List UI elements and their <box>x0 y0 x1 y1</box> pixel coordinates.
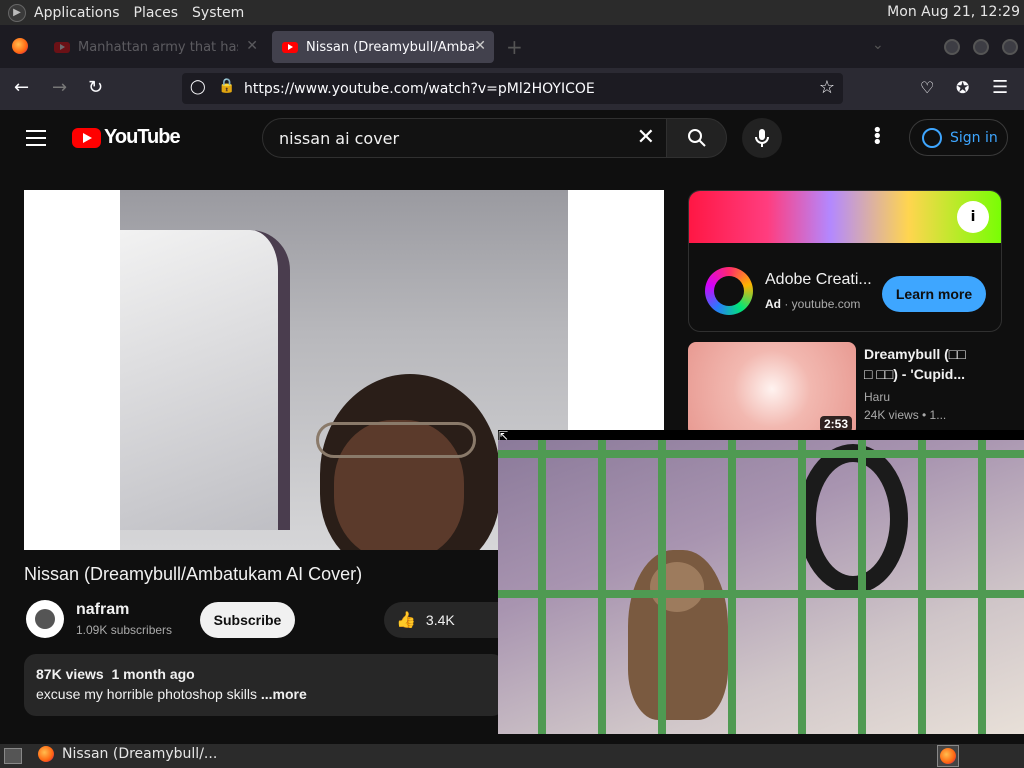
navigation-bar: ← → ↻ ◯ 🔒 https://www.youtube.com/watch?… <box>0 68 1024 110</box>
channel-name[interactable]: nafram <box>76 601 129 619</box>
voice-search-button[interactable] <box>742 118 782 158</box>
info-icon[interactable]: i <box>957 201 989 233</box>
tire <box>798 444 908 594</box>
ad-subtitle: Ad · youtube.com <box>765 297 861 311</box>
settings-kebab-icon[interactable]: • • • <box>872 122 883 152</box>
pip-resize-icon[interactable]: ⇱ <box>498 430 512 444</box>
recommendation-channel[interactable]: Haru <box>864 390 890 404</box>
account-icon <box>922 128 942 148</box>
taskbar-window-label: Nissan (Dreamybull/... <box>62 746 218 762</box>
menu-icon[interactable]: ☰ <box>992 78 1008 98</box>
forward-icon[interactable]: → <box>52 78 67 98</box>
clear-search-icon[interactable]: ✕ <box>637 125 655 150</box>
url-text[interactable]: https://www.youtube.com/watch?v=pMl2HOYI… <box>244 81 595 97</box>
show-desktop-icon[interactable] <box>4 748 22 764</box>
recommendation-title[interactable]: Dreamybull (□□ □ □□) - 'Cupid... <box>864 344 1004 384</box>
tab-title: Nissan (Dreamybull/Ambatu <box>306 39 474 55</box>
extensions-icon[interactable]: ✪ <box>956 78 969 98</box>
firefox-icon <box>38 746 54 762</box>
like-button[interactable]: 👍 3.4K <box>384 602 504 638</box>
cage-bar <box>918 440 926 734</box>
more-link[interactable]: ...more <box>261 686 307 702</box>
cage-bar <box>498 590 1024 598</box>
firefox-view-icon[interactable] <box>12 38 28 54</box>
upload-age: 1 month ago <box>111 666 195 682</box>
ad-banner-image[interactable]: i <box>689 191 1001 243</box>
cage-bar <box>858 440 866 734</box>
search-icon <box>687 129 706 147</box>
reload-icon[interactable]: ↻ <box>88 78 103 98</box>
cage-bar <box>978 440 986 734</box>
tab-nissan[interactable]: Nissan (Dreamybull/Ambatu ✕ <box>272 31 494 63</box>
subscribe-button[interactable]: Subscribe <box>200 602 295 638</box>
tray-firefox-icon[interactable] <box>937 745 959 767</box>
youtube-header: YouTube nissan ai cover ✕ • • • Sign in <box>0 110 1024 166</box>
guide-menu-icon[interactable] <box>26 130 46 151</box>
taskbar: Nissan (Dreamybull/... <box>0 744 1024 768</box>
tab-manhattan[interactable]: Manhattan army that has c ✕ <box>44 31 266 63</box>
learn-more-button[interactable]: Learn more <box>882 276 986 312</box>
sign-in-button[interactable]: Sign in <box>909 119 1008 156</box>
adobe-cc-logo <box>705 267 753 315</box>
menu-system[interactable]: System <box>192 5 244 21</box>
search-input[interactable]: nissan ai cover ✕ <box>262 118 668 158</box>
microphone-icon <box>755 129 769 147</box>
youtube-play-icon <box>72 127 101 148</box>
back-icon[interactable]: ← <box>14 78 29 98</box>
description-box[interactable]: 87K views 1 month ago excuse my horrible… <box>24 654 504 716</box>
gnome-foot-icon[interactable]: ▶ <box>8 3 26 22</box>
picture-in-picture-window[interactable]: ⇱ <box>498 430 1024 734</box>
bookmark-star-icon[interactable]: ☆ <box>819 77 835 98</box>
like-count: 3.4K <box>425 612 455 628</box>
cage-bar <box>728 440 736 734</box>
recommendation-thumbnail[interactable]: 2:53 <box>688 342 856 436</box>
youtube-favicon-icon <box>282 41 298 53</box>
url-bar[interactable]: ◯ 🔒 https://www.youtube.com/watch?v=pMl2… <box>182 73 843 104</box>
lock-icon[interactable]: 🔒 <box>218 78 235 94</box>
thumbs-up-icon: 👍 <box>396 612 416 629</box>
search-button[interactable] <box>666 118 727 158</box>
pip-video-frame <box>498 440 1024 734</box>
top-panel: ▶ Applications Places System Mon Aug 21,… <box>0 0 1024 25</box>
close-tab-icon[interactable]: ✕ <box>474 38 486 54</box>
video-meta: 87K views 1 month ago <box>36 666 492 682</box>
maximize-window-icon[interactable] <box>973 39 989 55</box>
pocket-icon[interactable]: ♡ <box>920 78 934 98</box>
close-tab-icon[interactable]: ✕ <box>246 38 258 54</box>
cage-bar <box>598 440 606 734</box>
description-text: excuse my horrible photoshop skills ...m… <box>36 686 307 702</box>
cage-bar <box>538 440 546 734</box>
ad-title[interactable]: Adobe Creati... <box>765 271 872 289</box>
channel-avatar[interactable] <box>26 600 64 638</box>
glasses <box>316 422 476 458</box>
cage-bar <box>798 440 806 734</box>
cage-bar <box>498 450 1024 458</box>
youtube-favicon-icon <box>54 41 70 53</box>
tab-title: Manhattan army that has c <box>78 39 238 55</box>
youtube-logo[interactable]: YouTube <box>72 126 181 149</box>
ad-card[interactable]: i Adobe Creati... Ad · youtube.com Learn… <box>688 190 1002 332</box>
shield-icon[interactable]: ◯ <box>190 79 206 95</box>
cage-bar <box>658 440 666 734</box>
clock[interactable]: Mon Aug 21, 12:29 <box>887 4 1020 20</box>
minimize-window-icon[interactable] <box>944 39 960 55</box>
menu-applications[interactable]: Applications <box>34 5 120 21</box>
tab-bar: Manhattan army that has c ✕ Nissan (Drea… <box>0 25 1024 68</box>
video-title: Nissan (Dreamybull/Ambatukam AI Cover) <box>24 564 363 584</box>
menu-places[interactable]: Places <box>134 5 179 21</box>
search-value: nissan ai cover <box>279 128 400 148</box>
subscriber-count: 1.09K subscribers <box>76 623 173 637</box>
close-window-icon[interactable] <box>1002 39 1018 55</box>
taskbar-firefox-window[interactable]: Nissan (Dreamybull/... <box>38 746 217 762</box>
view-count: 87K views <box>36 666 104 682</box>
car-window <box>120 230 290 530</box>
list-tabs-icon[interactable]: ⌄ <box>872 37 884 53</box>
new-tab-icon[interactable]: + <box>506 35 523 59</box>
recommendation-meta: 24K views • 1... <box>864 408 947 422</box>
